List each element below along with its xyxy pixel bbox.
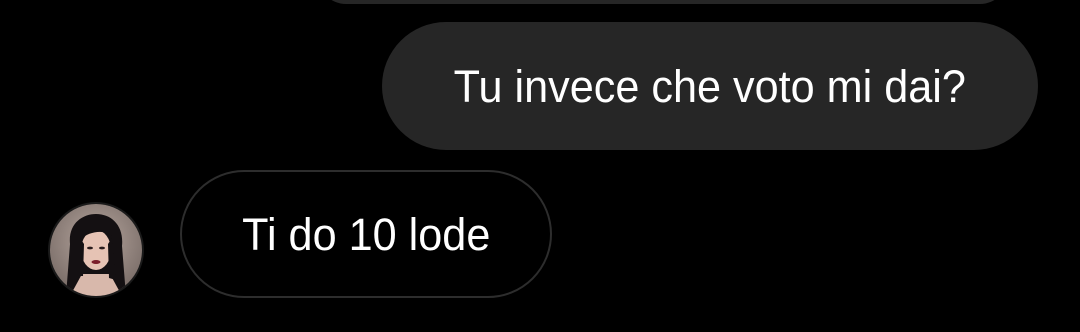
- incoming-message-bubble[interactable]: Ti do 10 lode: [180, 170, 552, 298]
- profile-photo-icon: [50, 204, 142, 296]
- outgoing-message-text: Tu invece che voto mi dai?: [453, 60, 967, 112]
- previous-message-bubble[interactable]: [318, 0, 1008, 4]
- contact-avatar[interactable]: [48, 202, 144, 298]
- incoming-message-text: Ti do 10 lode: [241, 208, 491, 260]
- outgoing-message-bubble[interactable]: Tu invece che voto mi dai?: [382, 22, 1038, 150]
